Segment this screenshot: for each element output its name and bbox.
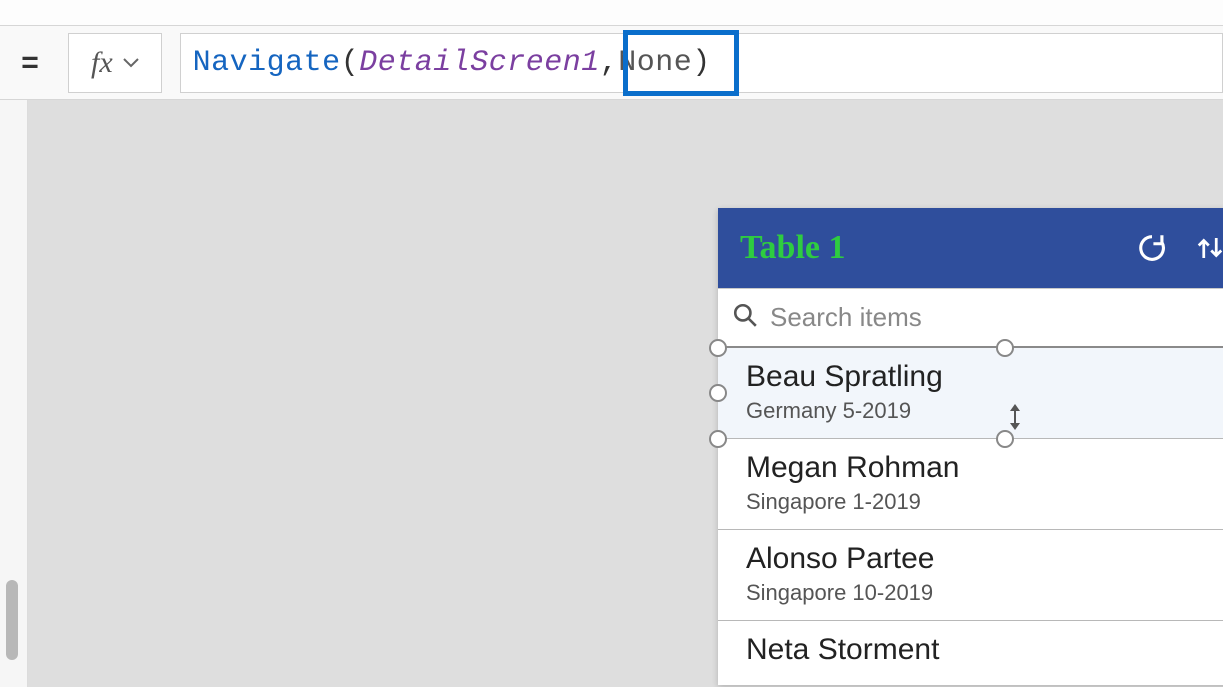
sort-icon[interactable] [1190, 231, 1223, 265]
token-open: ( [341, 46, 360, 80]
token-close: ) [692, 46, 711, 80]
scrollbar-thumb[interactable] [6, 580, 18, 660]
fx-button[interactable]: fx [68, 33, 162, 93]
search-icon [732, 302, 758, 333]
item-name: Beau Spratling [746, 360, 1223, 394]
ribbon-strip [0, 0, 1223, 26]
refresh-icon[interactable] [1132, 231, 1172, 265]
list-item[interactable]: Megan Rohman Singapore 1-2019 [718, 439, 1223, 530]
item-sub: Singapore 10-2019 [746, 580, 1223, 606]
list-item[interactable]: Neta Storment [718, 621, 1223, 685]
token-navigate: Navigate [193, 46, 341, 80]
list-item[interactable]: Beau Spratling Germany 5-2019 [718, 348, 1223, 439]
item-name: Alonso Partee [746, 542, 1223, 576]
fx-label: fx [91, 46, 113, 80]
token-none: None [618, 46, 692, 80]
app-header: Table 1 [718, 208, 1223, 288]
item-name: Megan Rohman [746, 451, 1223, 485]
formula-bar: = fx Navigate ( DetailScreen1 , None ) [0, 26, 1223, 100]
token-arg1: DetailScreen1 [359, 46, 600, 80]
item-sub: Germany 5-2019 [746, 398, 1223, 424]
chevron-down-icon [123, 52, 139, 73]
equals-label: = [10, 46, 50, 80]
design-canvas[interactable]: Table 1 Beau Sprat [28, 100, 1223, 687]
item-name: Neta Storment [746, 633, 1223, 667]
search-input[interactable] [770, 302, 1223, 333]
list-item[interactable]: Alonso Partee Singapore 10-2019 [718, 530, 1223, 621]
token-comma: , [600, 46, 619, 80]
item-sub: Singapore 1-2019 [746, 489, 1223, 515]
search-bar[interactable] [718, 288, 1223, 348]
formula-input[interactable]: Navigate ( DetailScreen1 , None ) [180, 33, 1223, 93]
left-gutter [0, 100, 28, 687]
app-title: Table 1 [740, 229, 1114, 267]
app-preview: Table 1 Beau Sprat [718, 208, 1223, 685]
gallery-list: Beau Spratling Germany 5-2019 Megan Rohm… [718, 348, 1223, 685]
